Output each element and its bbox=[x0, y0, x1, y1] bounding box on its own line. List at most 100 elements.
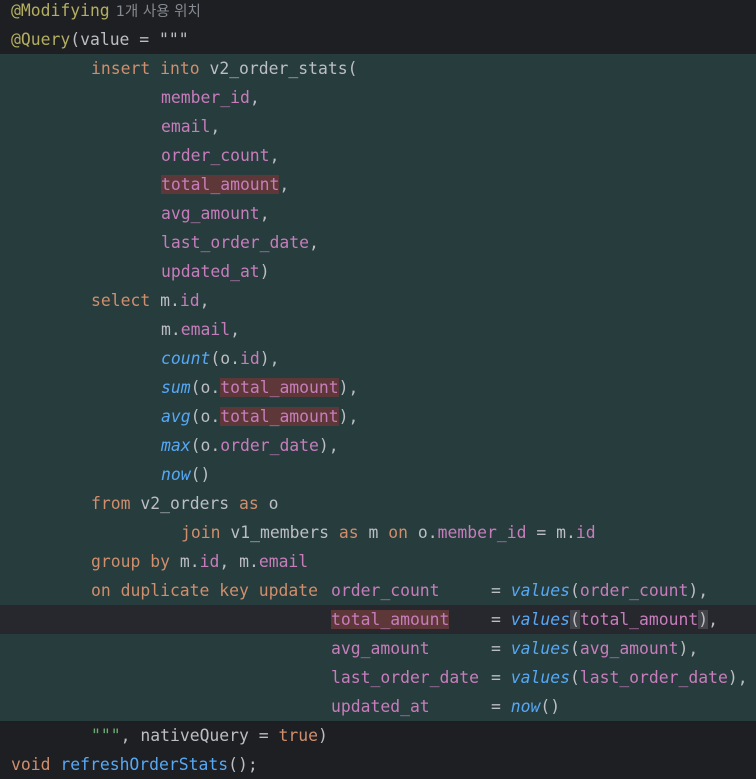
boolean-literal: true bbox=[278, 726, 319, 745]
sql-function: sum bbox=[161, 378, 191, 397]
alias-prefix: o. bbox=[200, 378, 221, 397]
code-line-select-item[interactable]: avg(o.total_amount), bbox=[0, 402, 756, 431]
code-line-select-item[interactable]: max(o.order_date), bbox=[0, 431, 756, 460]
code-line-query-close[interactable]: """, nativeQuery = true) bbox=[0, 721, 756, 750]
column-name: updated_at bbox=[161, 262, 260, 281]
sql-function: values bbox=[510, 610, 570, 629]
operator: = bbox=[491, 697, 501, 716]
column-name: order_count bbox=[579, 581, 689, 600]
code-line-update[interactable]: updated_at = now() bbox=[0, 692, 756, 721]
sql-keyword: on duplicate key update bbox=[91, 581, 318, 600]
code-editor[interactable]: @Modifying 1개 사용 위치 @Query(value = """ in… bbox=[0, 0, 756, 776]
column-name: updated_at bbox=[331, 697, 430, 716]
column-name-warning: total_amount bbox=[331, 610, 450, 629]
code-line-join[interactable]: join v1_members as m on o.member_id = m.… bbox=[0, 518, 756, 547]
sql-function: count bbox=[161, 349, 211, 368]
code-line-query[interactable]: @Query(value = """ bbox=[0, 25, 756, 54]
code-line-update-current[interactable]: total_amount = values(total_amount), bbox=[0, 605, 756, 634]
sql-keyword: as bbox=[338, 523, 359, 542]
code-line-select-item[interactable]: sum(o.total_amount), bbox=[0, 373, 756, 402]
alias-prefix: m. bbox=[179, 552, 200, 571]
sql-function: avg bbox=[161, 407, 191, 426]
code-line-column[interactable]: email, bbox=[0, 112, 756, 141]
column-name: order_count bbox=[331, 581, 440, 600]
code-line-column[interactable]: avg_amount, bbox=[0, 199, 756, 228]
code-line-select[interactable]: select m.id, bbox=[0, 286, 756, 315]
method-name: refreshOrderStats bbox=[60, 755, 229, 774]
native-query-param: nativeQuery bbox=[140, 726, 249, 745]
paren: ( bbox=[347, 59, 358, 78]
column-name: last_order_date bbox=[161, 233, 310, 252]
sql-keyword: from bbox=[91, 494, 131, 513]
sql-function: values bbox=[510, 581, 570, 600]
sql-keyword: select bbox=[91, 291, 151, 310]
column-name-warning: total_amount bbox=[220, 407, 339, 426]
column-name: member_id bbox=[161, 88, 250, 107]
usage-hint[interactable]: 1개 사용 위치 bbox=[110, 4, 201, 20]
alias-prefix: m. bbox=[556, 523, 576, 542]
operator: = bbox=[491, 581, 501, 600]
code-line-column[interactable]: member_id, bbox=[0, 83, 756, 112]
code-line-from[interactable]: from v2_orders as o bbox=[0, 489, 756, 518]
column-name: avg_amount bbox=[161, 204, 260, 223]
sql-keyword: on bbox=[388, 523, 409, 542]
column-name: email bbox=[180, 320, 231, 339]
column-name-warning: total_amount bbox=[220, 378, 339, 397]
table-alias: o bbox=[268, 494, 279, 513]
code-line-column[interactable]: last_order_date, bbox=[0, 228, 756, 257]
alias-prefix: o. bbox=[200, 407, 221, 426]
column-name: id bbox=[239, 349, 260, 368]
column-name: avg_amount bbox=[331, 639, 430, 658]
column-name: order_date bbox=[220, 436, 319, 455]
table-name: v2_orders bbox=[140, 494, 230, 513]
code-line-select-item[interactable]: now() bbox=[0, 460, 756, 489]
column-name: id bbox=[575, 523, 596, 542]
table-alias: m bbox=[368, 523, 379, 542]
alias-prefix: m. bbox=[160, 291, 180, 310]
operator: = bbox=[491, 639, 501, 658]
column-name: total_amount bbox=[579, 610, 699, 629]
sql-keyword: insert bbox=[91, 59, 151, 78]
code-line-column[interactable]: total_amount, bbox=[0, 170, 756, 199]
table-name: v1_members bbox=[230, 523, 330, 542]
code-line-select-item[interactable]: count(o.id), bbox=[0, 344, 756, 373]
sql-function: values bbox=[510, 639, 570, 658]
code-line-update[interactable]: avg_amount = values(avg_amount), bbox=[0, 634, 756, 663]
column-name: email bbox=[161, 117, 211, 136]
sql-keyword: join bbox=[181, 523, 221, 542]
sql-keyword: group by bbox=[91, 552, 170, 571]
code-line-on-duplicate[interactable]: on duplicate key update order_count = valu… bbox=[0, 576, 756, 605]
code-line-column[interactable]: order_count, bbox=[0, 141, 756, 170]
code-line-update[interactable]: last_order_date = values(last_order_date)… bbox=[0, 663, 756, 692]
sql-function: now bbox=[510, 697, 541, 716]
code-line-column[interactable]: updated_at) bbox=[0, 257, 756, 286]
operator: = bbox=[491, 668, 501, 687]
void-keyword: void bbox=[11, 755, 51, 774]
code-line-group-by[interactable]: group by m.id, m.email bbox=[0, 547, 756, 576]
alias-prefix: o. bbox=[200, 436, 221, 455]
column-name: id bbox=[179, 291, 200, 310]
alias-prefix: m. bbox=[239, 552, 259, 571]
column-name: id bbox=[199, 552, 220, 571]
column-name: member_id bbox=[437, 523, 527, 542]
column-name: email bbox=[258, 552, 309, 571]
sql-keyword: into bbox=[160, 59, 200, 78]
code-line-insert[interactable]: insert into v2_order_stats( bbox=[0, 54, 756, 83]
query-open: (value = """ bbox=[70, 30, 189, 49]
column-name: last_order_date bbox=[331, 668, 480, 687]
code-line-select-item[interactable]: m.email, bbox=[0, 315, 756, 344]
operator: = bbox=[536, 523, 547, 542]
sql-function: values bbox=[510, 668, 570, 687]
column-name: avg_amount bbox=[579, 639, 679, 658]
code-line-method[interactable]: void refreshOrderStats(); bbox=[0, 750, 756, 779]
column-name: last_order_date bbox=[579, 668, 728, 687]
column-name: order_count bbox=[161, 146, 270, 165]
query-annotation: @Query bbox=[11, 30, 71, 49]
sql-function: max bbox=[161, 436, 191, 455]
sql-keyword: as bbox=[239, 494, 259, 513]
alias-prefix: m. bbox=[161, 320, 181, 339]
text-block-close: """ bbox=[91, 726, 121, 745]
alias-prefix: o. bbox=[220, 349, 240, 368]
code-line-modifying[interactable]: @Modifying 1개 사용 위치 bbox=[0, 0, 756, 25]
operator: = bbox=[491, 610, 501, 629]
